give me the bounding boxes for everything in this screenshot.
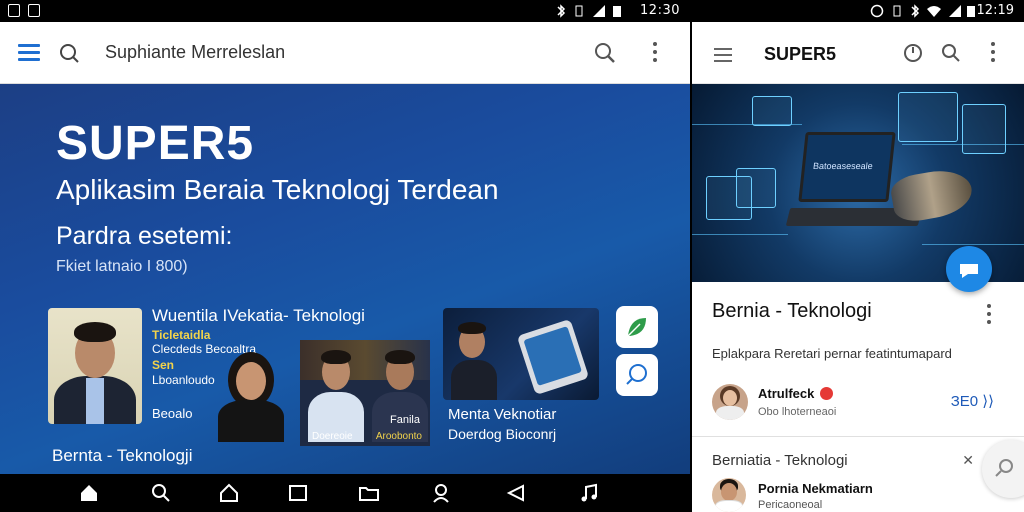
more-options-icon[interactable] bbox=[984, 304, 994, 326]
news-title[interactable]: Wuentila IVekatia- Teknologi bbox=[152, 306, 365, 326]
news-thumbnail[interactable] bbox=[443, 308, 599, 400]
floating-action-button[interactable] bbox=[982, 440, 1024, 498]
more-options-icon[interactable] bbox=[988, 42, 998, 64]
chat-icon bbox=[960, 264, 978, 278]
hero-subtitle: Pardra esetemi: bbox=[56, 222, 233, 250]
leaf-action-button[interactable] bbox=[616, 306, 658, 348]
home-outline-icon[interactable] bbox=[218, 482, 240, 504]
search-icon[interactable] bbox=[150, 482, 172, 504]
presenter-image bbox=[214, 352, 288, 442]
status-time: 12:30 bbox=[640, 3, 680, 18]
live-badge bbox=[820, 387, 833, 400]
music-icon[interactable] bbox=[578, 482, 600, 504]
hero-caption: Bernta - Teknologji bbox=[52, 446, 193, 465]
bluetooth-icon bbox=[557, 4, 566, 18]
system-icons bbox=[556, 4, 622, 18]
alarm-icon bbox=[870, 4, 884, 18]
bluetooth-icon bbox=[911, 4, 920, 18]
app-title: Suphiante Merreleslan bbox=[105, 42, 286, 62]
vibrate-icon bbox=[575, 5, 583, 17]
article-description: Eplakpara Reretari pernar featintumapard bbox=[712, 346, 952, 361]
article-title[interactable]: Bernia - Teknologi bbox=[712, 300, 872, 323]
profile-icon[interactable] bbox=[430, 482, 452, 504]
app-logo-icon bbox=[60, 44, 79, 63]
app-title: SUPER5 bbox=[764, 44, 837, 64]
section-title: Berniatia - Teknologi bbox=[712, 452, 848, 469]
avatar[interactable] bbox=[712, 478, 746, 512]
list-item-subtitle: Pericaoneoal bbox=[758, 499, 823, 511]
avatar[interactable] bbox=[712, 384, 748, 420]
status-bar: 12:19 bbox=[692, 0, 1024, 22]
search-icon[interactable] bbox=[940, 42, 962, 64]
leaf-icon bbox=[627, 318, 646, 337]
divider bbox=[692, 436, 1024, 437]
news-meta: Sen bbox=[152, 358, 175, 372]
card-label: Fanila bbox=[390, 414, 420, 426]
laptop-screen: Batoeaseseale bbox=[798, 132, 896, 202]
back-icon[interactable] bbox=[505, 482, 527, 504]
laptop-screen-text: Batoeaseseale bbox=[812, 161, 874, 171]
menu-icon[interactable] bbox=[714, 48, 732, 62]
search-action-button[interactable] bbox=[616, 354, 658, 396]
signal-icon bbox=[949, 5, 961, 17]
wifi-icon bbox=[927, 6, 941, 17]
hero-tagline: Aplikasim Beraia Teknologj Terdean bbox=[56, 174, 499, 205]
home-icon[interactable] bbox=[78, 482, 100, 504]
close-icon[interactable]: ✕ bbox=[962, 452, 974, 469]
hero-small-text: Fkiet latnaio I 800) bbox=[56, 258, 188, 275]
status-time: 12:19 bbox=[976, 3, 1014, 18]
news-meta: Ticletaidla bbox=[152, 328, 211, 342]
search-icon bbox=[995, 459, 1013, 477]
search-icon bbox=[626, 364, 647, 385]
folder-icon[interactable] bbox=[358, 482, 380, 504]
notification-icon bbox=[8, 4, 20, 17]
search-icon[interactable] bbox=[592, 40, 618, 66]
app-bar: Suphiante Merreleslan bbox=[0, 22, 690, 84]
news-meta: Beoalo bbox=[152, 406, 193, 421]
timer-icon[interactable] bbox=[902, 42, 924, 64]
more-options-icon[interactable] bbox=[650, 42, 660, 64]
right-screen: 12:19 SUPER5 Batoeaseseale Bernia - Tekn… bbox=[692, 0, 1024, 512]
card-label: Aroobonto bbox=[375, 431, 422, 442]
app-bar: SUPER5 bbox=[692, 22, 1024, 84]
battery-icon bbox=[967, 6, 975, 17]
hero-brand: SUPER5 bbox=[56, 117, 255, 170]
hero-banner: SUPER5 Aplikasim Beraia Teknologj Terdea… bbox=[0, 84, 690, 474]
share-button[interactable] bbox=[946, 246, 992, 292]
news-thumbnail[interactable]: Fanila Doereoie Aroobonto bbox=[300, 340, 430, 446]
author-name[interactable]: Atrulfeck bbox=[758, 386, 814, 401]
card-title[interactable]: Menta Veknotiar bbox=[448, 406, 556, 423]
menu-icon[interactable] bbox=[18, 44, 40, 62]
card-label: Doereoie bbox=[312, 431, 353, 442]
news-thumbnail[interactable] bbox=[48, 308, 142, 424]
left-screen: 12:30 Suphiante Merreleslan SUPER5 Aplik… bbox=[0, 0, 690, 512]
status-bar: 12:30 bbox=[0, 0, 690, 22]
list-item-name[interactable]: Pornia Nekmatiarn bbox=[758, 481, 873, 496]
news-meta: Lboanloudo bbox=[152, 373, 215, 387]
battery-icon bbox=[613, 6, 621, 17]
bottom-nav bbox=[0, 474, 690, 512]
author-role: Obo lhoterneaoi bbox=[758, 406, 837, 418]
vibrate-icon bbox=[893, 5, 901, 17]
image-icon bbox=[28, 4, 40, 17]
card-subtitle: Doerdog Bioconrj bbox=[448, 426, 557, 442]
square-icon[interactable] bbox=[287, 482, 309, 504]
signal-icon bbox=[593, 5, 605, 17]
read-more-link[interactable]: ЗЕ0 ⟩⟩ bbox=[951, 392, 994, 410]
